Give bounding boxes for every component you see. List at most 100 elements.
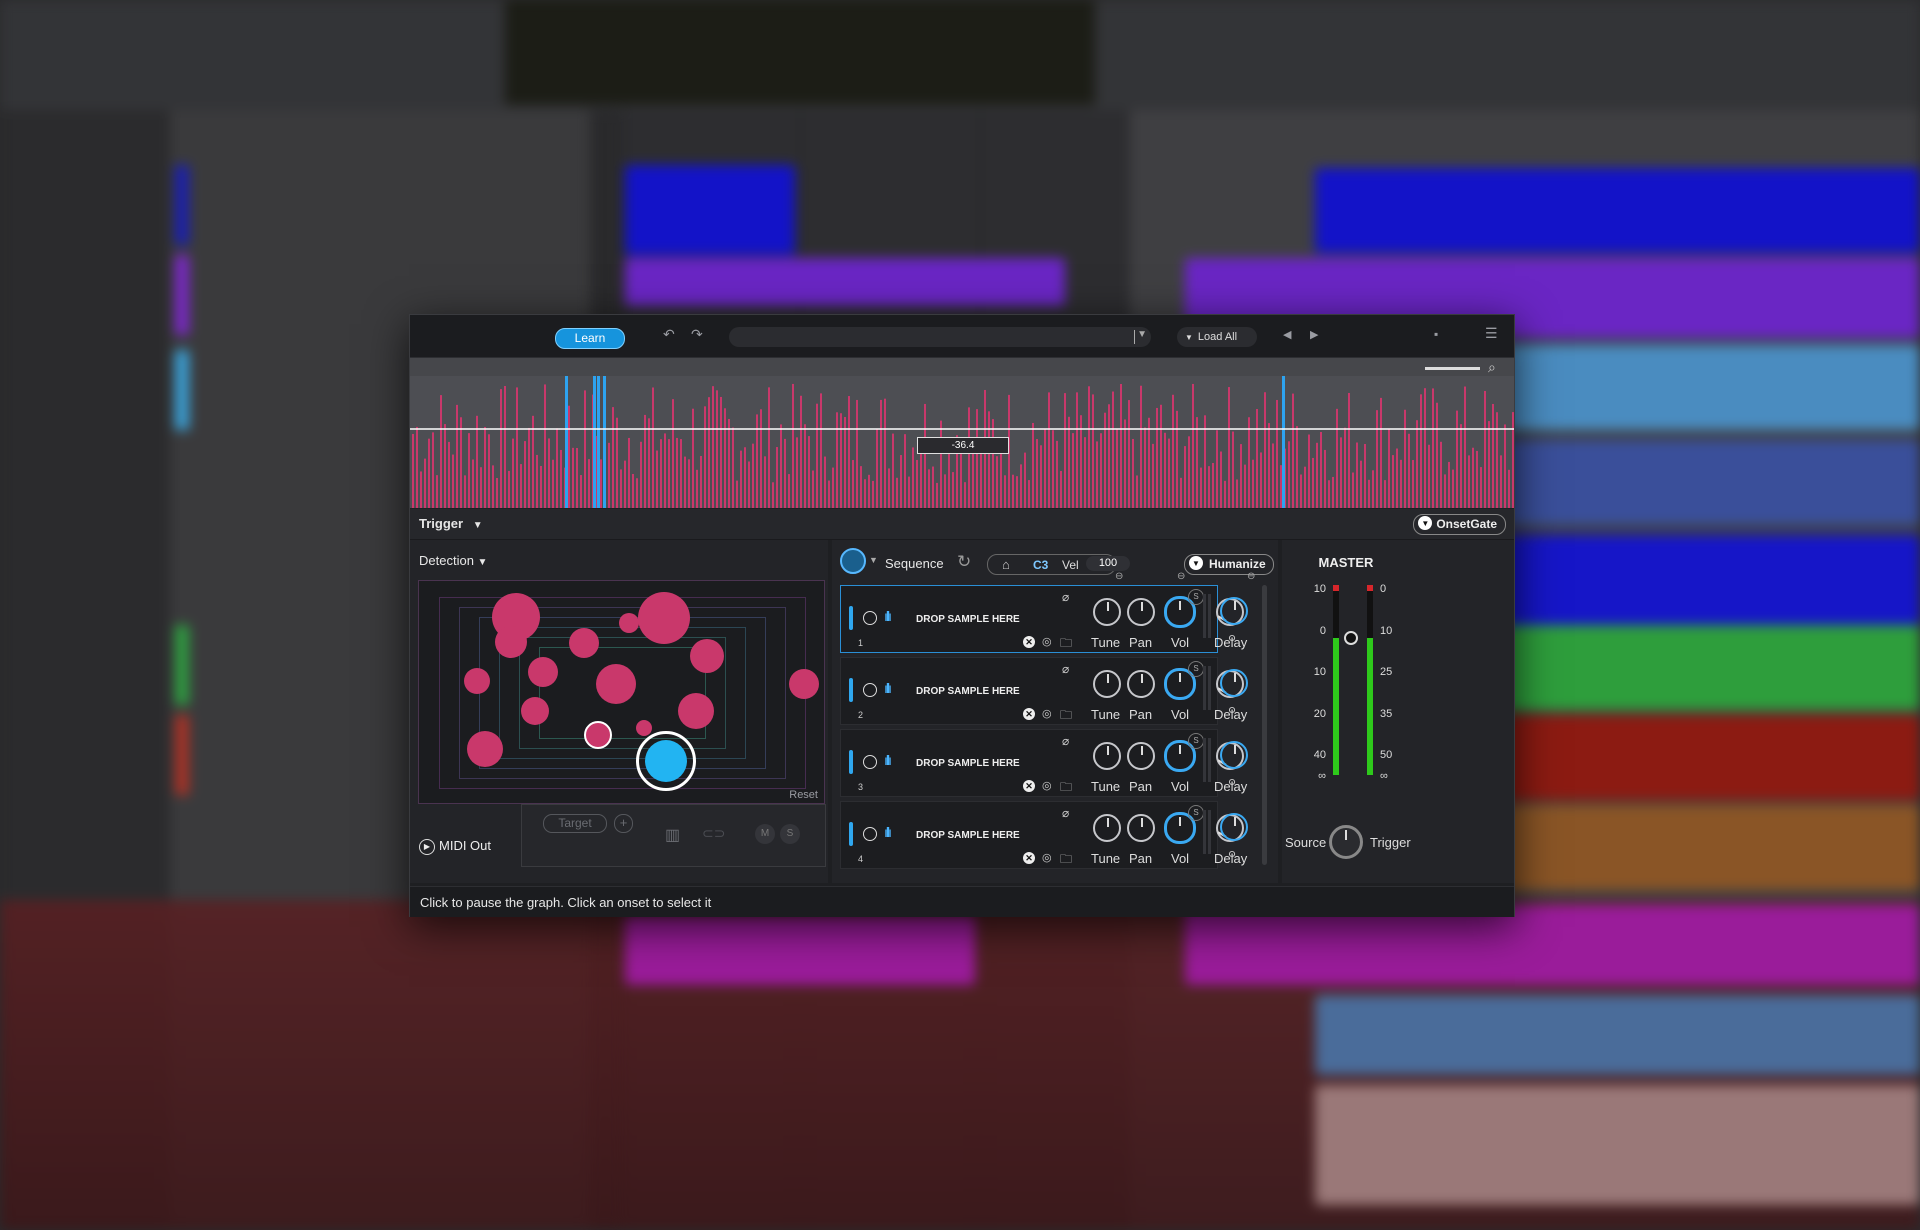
detection-dropdown[interactable]: Detection ▼	[419, 553, 487, 568]
record-icon[interactable]	[863, 683, 877, 697]
phase-invert-icon[interactable]: ⌀	[1062, 590, 1069, 604]
slot-enable-bar[interactable]	[849, 822, 853, 846]
phase-invert-icon[interactable]: ⌀	[1062, 806, 1069, 820]
drop-sample-zone[interactable]: DROP SAMPLE HERE	[916, 758, 1020, 769]
sample-slot[interactable]: ıllı DROP SAMPLE HERE 1 ✕ ◎ 🗀 ⌀ Tune Pan Vol S Dela…	[840, 585, 1247, 655]
chevron-down-icon[interactable]: ▼	[869, 555, 878, 565]
search-icon[interactable]: ⌕	[1488, 359, 1496, 376]
slot-enable-bar[interactable]	[849, 678, 853, 702]
drop-sample-zone[interactable]: DROP SAMPLE HERE	[916, 686, 1020, 697]
close-icon[interactable]: ✕	[1023, 708, 1035, 720]
close-icon[interactable]: ✕	[1023, 852, 1035, 864]
drop-sample-zone[interactable]: DROP SAMPLE HERE	[916, 830, 1020, 841]
selected-onset-marker[interactable]	[603, 376, 606, 508]
solo-badge[interactable]: S	[1188, 661, 1204, 677]
pan-knob[interactable]	[1127, 670, 1155, 698]
tune-knob[interactable]	[1093, 670, 1121, 698]
clock-icon[interactable]: ◎	[1042, 707, 1052, 720]
sample-slot[interactable]: ıllı DROP SAMPLE HERE 2 ✕ ◎ 🗀 ⌀ Tune Pan Vol S Dela…	[840, 657, 1247, 727]
scrollbar[interactable]	[1262, 585, 1267, 865]
master-fader-handle[interactable]	[1344, 631, 1358, 645]
output-knob[interactable]	[1220, 741, 1248, 769]
tune-knob[interactable]	[1093, 598, 1121, 626]
note-value[interactable]: C3	[1033, 558, 1048, 572]
selected-onset-marker[interactable]	[597, 376, 600, 508]
onset-bubble[interactable]	[619, 613, 639, 633]
onset-bubble[interactable]	[495, 626, 527, 658]
folder-icon[interactable]: 🗀	[1060, 778, 1072, 799]
menu-icon[interactable]: ☰	[1485, 325, 1498, 342]
load-all-button[interactable]: ▼ Load All	[1177, 327, 1257, 347]
user-icon[interactable]: ⚲	[1228, 705, 1236, 718]
sample-slot[interactable]: ıllı DROP SAMPLE HERE 3 ✕ ◎ 🗀 ⌀ Tune Pan Vol S Dela…	[840, 729, 1247, 799]
save-icon[interactable]: ▪	[1434, 327, 1438, 341]
selected-onset-marker[interactable]	[565, 376, 568, 508]
pan-knob[interactable]	[1127, 598, 1155, 626]
record-icon[interactable]	[863, 611, 877, 625]
source-trigger-balance-knob[interactable]	[1329, 825, 1363, 859]
solo-badge[interactable]: S	[1188, 733, 1204, 749]
solo-badge[interactable]: S	[1188, 589, 1204, 605]
undo-icon[interactable]: ↶	[663, 326, 675, 343]
reset-button[interactable]: Reset	[789, 789, 818, 801]
folder-icon[interactable]: 🗀	[1060, 850, 1072, 871]
next-preset-icon[interactable]: ▶	[1310, 328, 1318, 341]
target-cursor[interactable]	[636, 731, 696, 791]
velocity-value[interactable]: 100	[1086, 556, 1130, 571]
threshold-value[interactable]: -36.4	[917, 437, 1009, 454]
pan-knob[interactable]	[1127, 814, 1155, 842]
piano-icon[interactable]: ▥	[665, 825, 680, 845]
phase-invert-icon[interactable]: ⌀	[1062, 734, 1069, 748]
onset-bubble[interactable]	[569, 628, 599, 658]
link-icon[interactable]: ⊖	[1115, 571, 1123, 582]
slot-enable-bar[interactable]	[849, 750, 853, 774]
selected-onset-bubble[interactable]	[584, 721, 612, 749]
learn-button[interactable]: Learn	[555, 328, 625, 349]
onsetgate-dropdown[interactable]: OnsetGate	[1413, 514, 1506, 535]
clock-icon[interactable]: ◎	[1042, 635, 1052, 648]
link-icon[interactable]: ⊂⊃	[702, 825, 725, 842]
onset-waveform-display[interactable]: ⌕ -36.4	[410, 358, 1514, 508]
solo-badge[interactable]: S	[1188, 805, 1204, 821]
close-icon[interactable]: ✕	[1023, 636, 1035, 648]
output-knob[interactable]	[1220, 597, 1248, 625]
sample-slot[interactable]: ıllı DROP SAMPLE HERE 4 ✕ ◎ 🗀 ⌀ Tune Pan Vol S Dela…	[840, 801, 1247, 871]
solo-button[interactable]: S	[780, 824, 800, 844]
tune-knob[interactable]	[1093, 814, 1121, 842]
chevron-down-icon[interactable]: ▼	[1137, 329, 1147, 340]
folder-icon[interactable]: 🗀	[1060, 706, 1072, 727]
onset-bubble[interactable]	[596, 664, 636, 704]
onset-bubble[interactable]	[467, 731, 503, 767]
piano-icon[interactable]: ⌂	[1002, 557, 1010, 572]
zoom-slider[interactable]	[1425, 367, 1480, 370]
slot-enable-bar[interactable]	[849, 606, 853, 630]
sequence-mode-icon[interactable]	[840, 548, 866, 574]
user-icon[interactable]: ⚲	[1228, 777, 1236, 790]
onset-bubble[interactable]	[789, 669, 819, 699]
record-icon[interactable]	[863, 755, 877, 769]
folder-icon[interactable]: 🗀	[1060, 634, 1072, 655]
onset-bubble[interactable]	[638, 592, 690, 644]
selected-onset-marker[interactable]	[1282, 376, 1285, 508]
onset-bubble[interactable]	[636, 720, 652, 736]
onset-bubble-graph[interactable]: Reset	[418, 580, 825, 804]
humanize-dropdown[interactable]: Humanize	[1184, 554, 1274, 575]
phase-invert-icon[interactable]: ⌀	[1062, 662, 1069, 676]
onset-bubble[interactable]	[521, 697, 549, 725]
add-icon[interactable]: +	[614, 814, 633, 833]
pan-knob[interactable]	[1127, 742, 1155, 770]
output-knob[interactable]	[1220, 669, 1248, 697]
output-knob[interactable]	[1220, 813, 1248, 841]
redo-icon[interactable]: ↷	[691, 326, 703, 343]
refresh-icon[interactable]: ↻	[957, 552, 971, 572]
preset-selector[interactable]: ▼	[729, 327, 1151, 347]
user-icon[interactable]: ⚲	[1228, 633, 1236, 646]
previous-preset-icon[interactable]: ◀	[1283, 328, 1291, 341]
clock-icon[interactable]: ◎	[1042, 851, 1052, 864]
tune-knob[interactable]	[1093, 742, 1121, 770]
onset-bubble[interactable]	[678, 693, 714, 729]
selected-onset-marker[interactable]	[593, 376, 596, 508]
link-icon[interactable]: ⊖	[1247, 571, 1255, 582]
onset-bubble[interactable]	[528, 657, 558, 687]
clock-icon[interactable]: ◎	[1042, 779, 1052, 792]
